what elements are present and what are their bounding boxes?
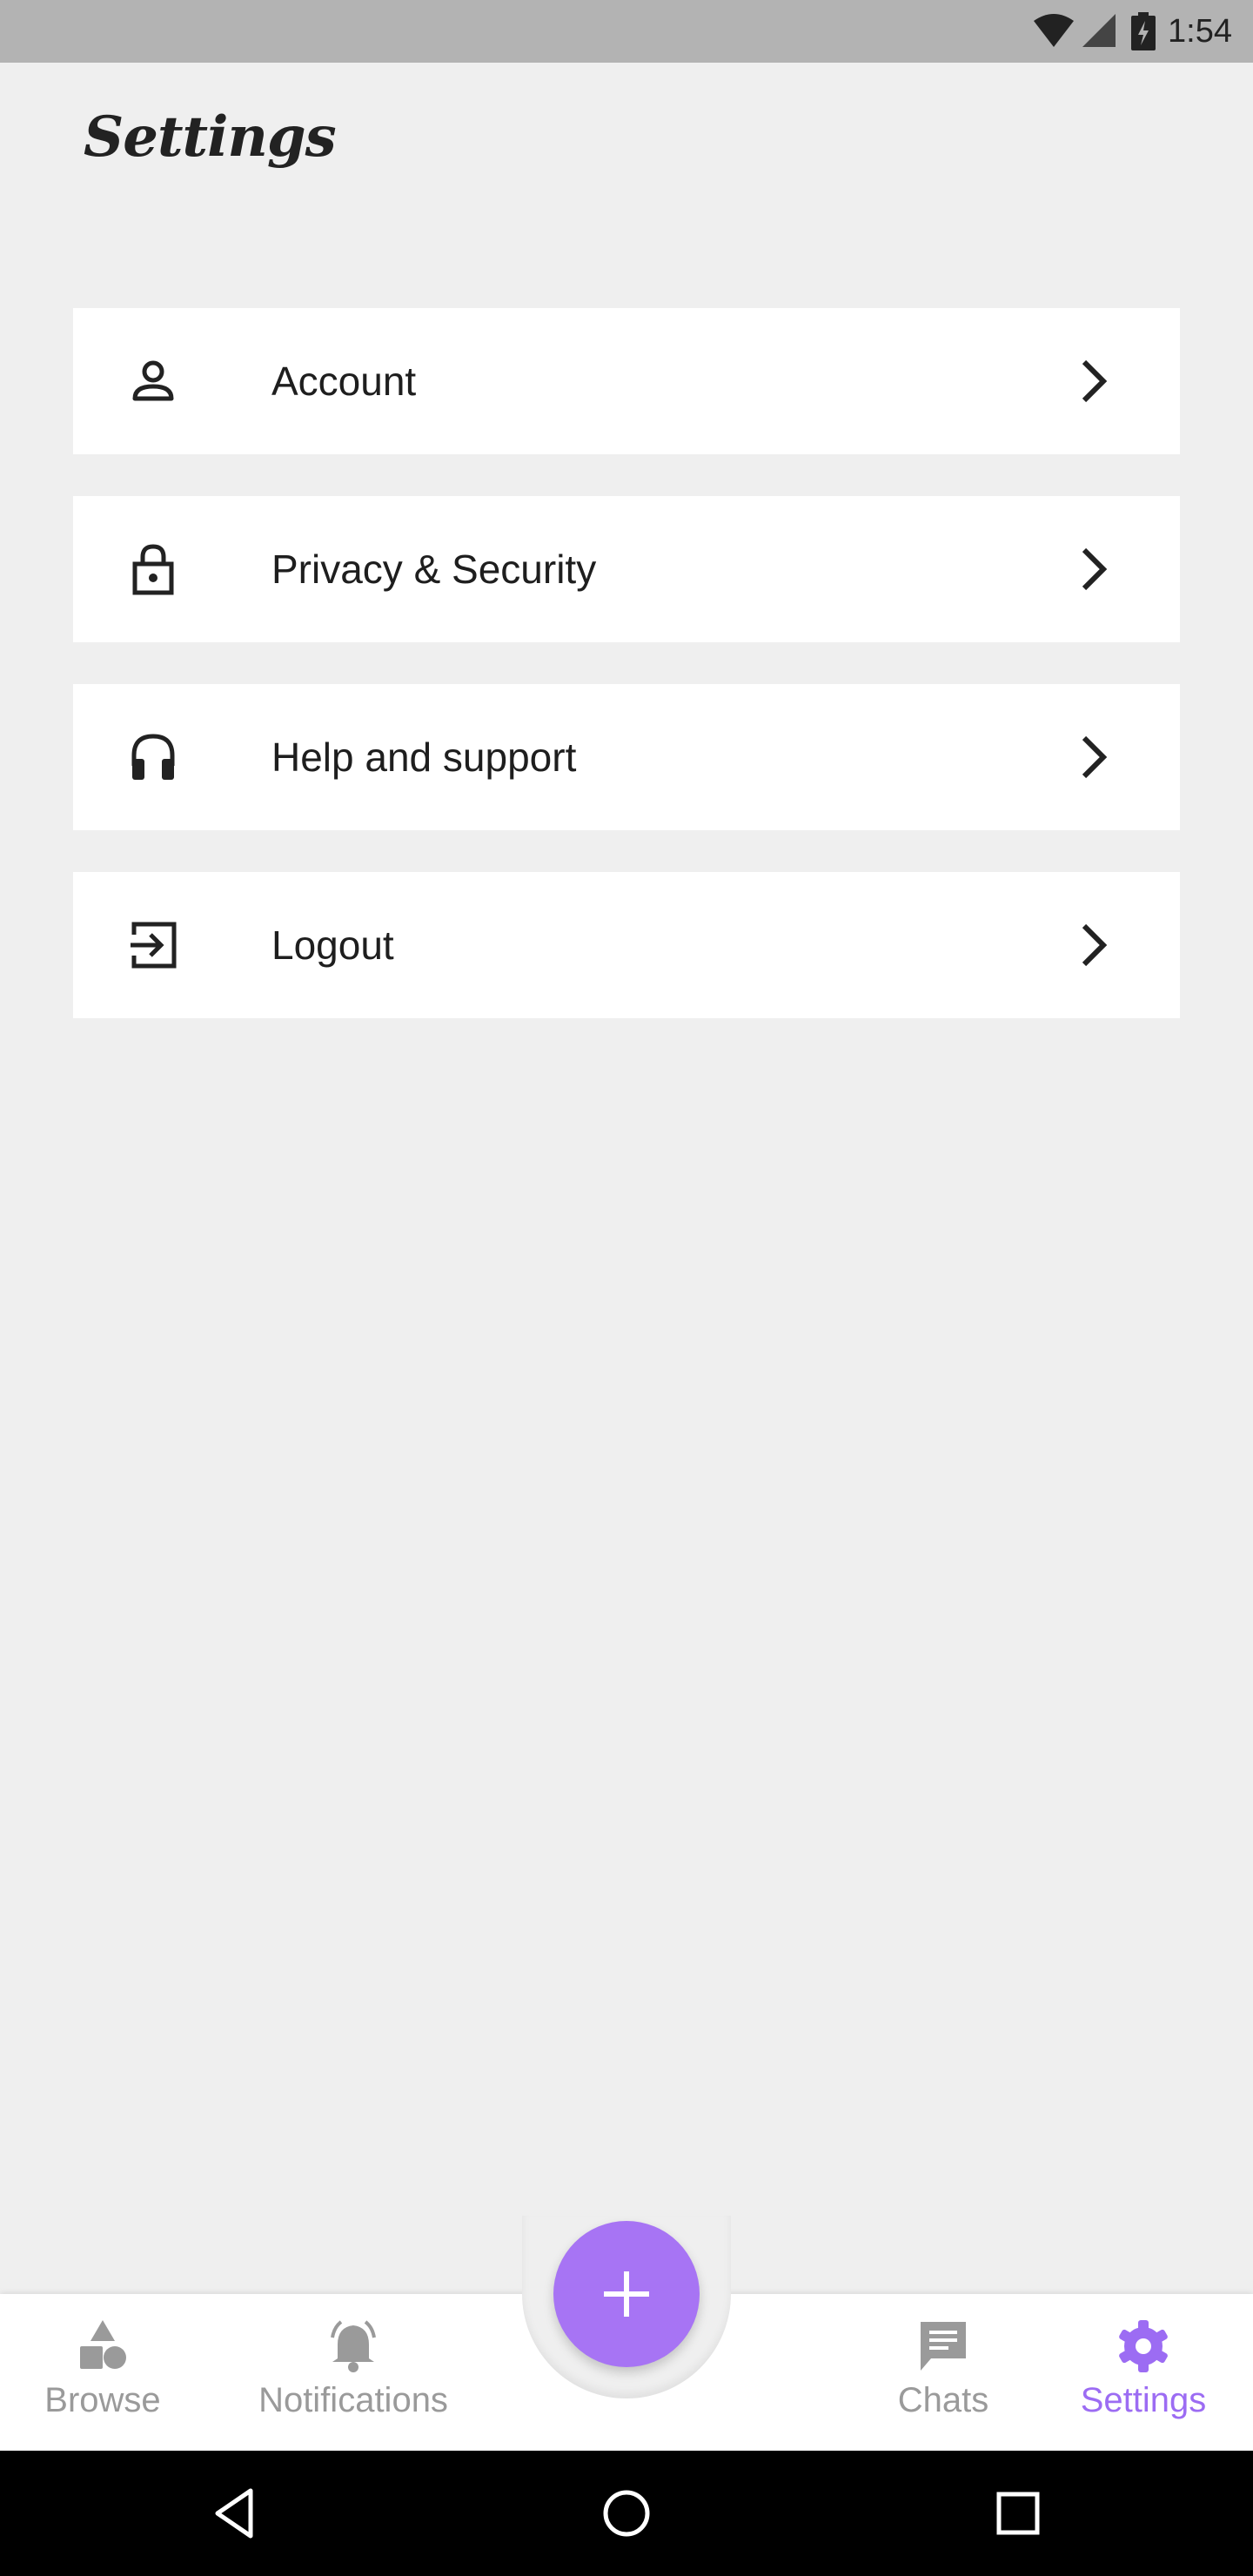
recents-icon[interactable] bbox=[987, 2482, 1049, 2545]
shapes-icon bbox=[75, 2318, 131, 2374]
wifi-icon bbox=[1032, 14, 1075, 49]
settings-list: Account Privacy & Security Help and supp… bbox=[73, 308, 1180, 1060]
chevron-right-icon bbox=[1067, 731, 1119, 783]
settings-item-help-support[interactable]: Help and support bbox=[73, 684, 1180, 830]
logout-icon bbox=[127, 919, 179, 971]
status-time: 1:54 bbox=[1168, 12, 1232, 50]
settings-item-label: Logout bbox=[271, 922, 394, 968]
settings-item-label: Privacy & Security bbox=[271, 547, 597, 592]
person-icon bbox=[127, 355, 179, 407]
chat-icon bbox=[915, 2318, 971, 2374]
page-title: Settings bbox=[84, 104, 337, 170]
cellular-signal-icon bbox=[1081, 14, 1119, 49]
plus-icon bbox=[600, 2268, 653, 2320]
settings-item-account[interactable]: Account bbox=[73, 308, 1180, 454]
add-fab-button[interactable] bbox=[553, 2221, 700, 2367]
nav-label-browse: Browse bbox=[44, 2381, 161, 2419]
bell-icon bbox=[325, 2318, 381, 2374]
nav-label-chats: Chats bbox=[897, 2381, 989, 2419]
lock-icon bbox=[127, 543, 179, 595]
chevron-right-icon bbox=[1067, 919, 1119, 971]
nav-item-settings[interactable]: Settings bbox=[1058, 2318, 1229, 2432]
settings-item-label: Help and support bbox=[271, 735, 577, 780]
home-icon[interactable] bbox=[595, 2482, 658, 2545]
system-nav-bar bbox=[0, 2451, 1253, 2576]
nav-label-notifications: Notifications bbox=[258, 2381, 448, 2419]
settings-item-logout[interactable]: Logout bbox=[73, 872, 1180, 1018]
status-bar: 1:54 bbox=[0, 0, 1253, 63]
back-icon[interactable] bbox=[205, 2482, 268, 2545]
nav-item-notifications[interactable]: Notifications bbox=[231, 2318, 475, 2432]
gear-icon bbox=[1116, 2318, 1171, 2374]
nav-item-browse[interactable]: Browse bbox=[30, 2318, 176, 2432]
chevron-right-icon bbox=[1067, 355, 1119, 407]
settings-item-label: Account bbox=[271, 359, 417, 404]
nav-item-chats[interactable]: Chats bbox=[870, 2318, 1016, 2432]
chevron-right-icon bbox=[1067, 543, 1119, 595]
status-icons: 1:54 bbox=[1032, 0, 1232, 63]
nav-label-settings: Settings bbox=[1080, 2381, 1207, 2419]
battery-charging-icon bbox=[1131, 12, 1156, 50]
headphones-icon bbox=[127, 731, 179, 783]
settings-item-privacy-security[interactable]: Privacy & Security bbox=[73, 496, 1180, 642]
